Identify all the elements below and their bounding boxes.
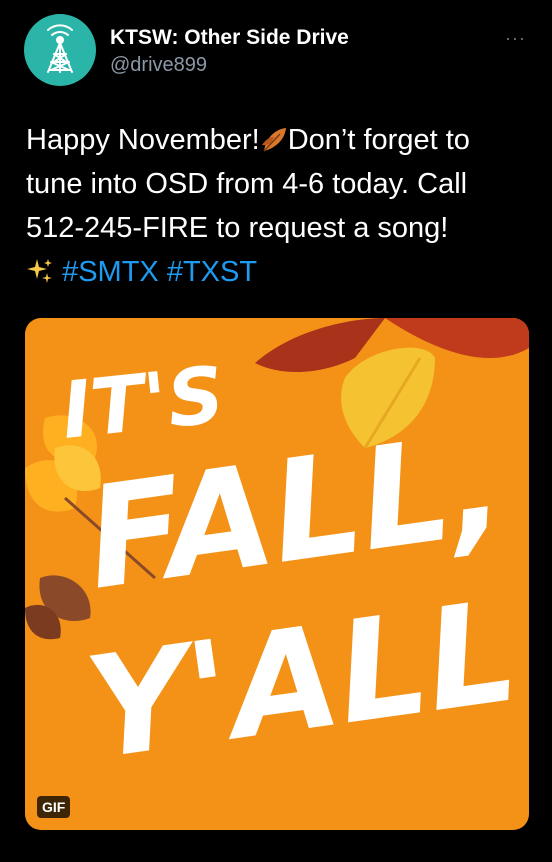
fallen-leaf-icon: [261, 128, 286, 152]
hashtag-link[interactable]: #SMTX: [62, 256, 159, 288]
gif-media[interactable]: IT'S FALL, Y'ALL GIF: [25, 318, 529, 830]
more-options-icon[interactable]: ···: [505, 28, 526, 49]
avatar[interactable]: [24, 14, 96, 86]
tweet-header: KTSW: Other Side Drive @drive899 ···: [24, 14, 536, 86]
gif-badge: GIF: [37, 796, 71, 818]
tweet-text: Happy November! Don’t forget to tune int…: [26, 118, 526, 294]
author-handle[interactable]: @drive899: [110, 54, 207, 77]
art-line-1: IT'S: [58, 350, 229, 456]
sparkles-icon: [27, 259, 52, 283]
author-name[interactable]: KTSW: Other Side Drive: [110, 26, 349, 50]
radio-tower-icon: [47, 24, 73, 73]
fall-yall-artwork: IT'S FALL, Y'ALL: [25, 318, 529, 792]
tweet-text-part1: Happy November!: [26, 124, 260, 156]
hashtag-link[interactable]: #TXST: [167, 256, 257, 288]
